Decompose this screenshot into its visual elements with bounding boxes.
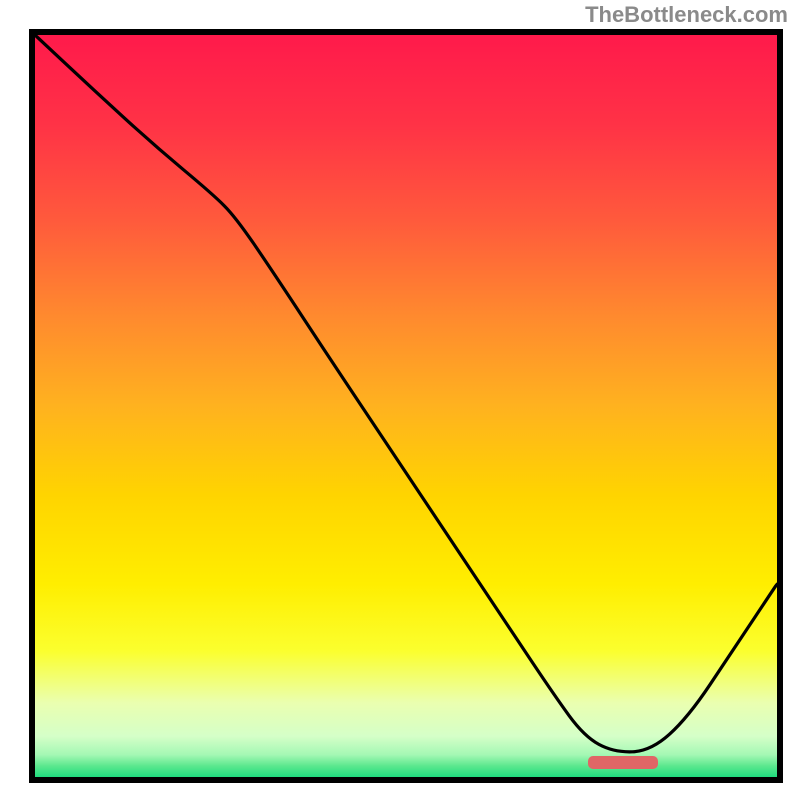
bottleneck-curve <box>35 35 777 777</box>
watermark: TheBottleneck.com <box>585 2 788 28</box>
plot-area <box>35 35 777 777</box>
chart-container: TheBottleneck.com <box>0 0 800 800</box>
optimal-marker <box>588 756 658 769</box>
